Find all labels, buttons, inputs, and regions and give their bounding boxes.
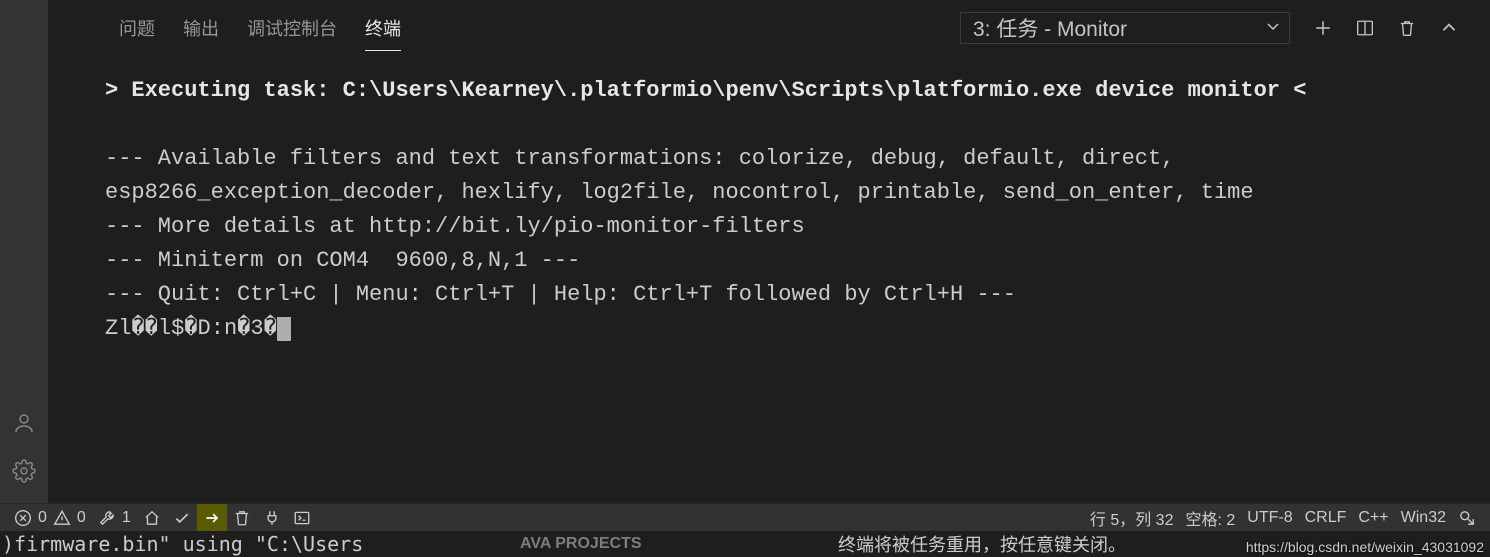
feedback-button[interactable] — [1452, 504, 1482, 531]
status-tools-count: 1 — [122, 509, 131, 527]
warning-icon — [53, 509, 71, 527]
chevron-up-icon[interactable] — [1440, 19, 1458, 37]
trash-icon[interactable] — [1398, 19, 1416, 37]
split-icon[interactable] — [1356, 19, 1374, 37]
leak-left: )firmware.bin" using "C:\Users — [0, 532, 363, 556]
terminal-cursor — [277, 317, 291, 341]
gear-icon[interactable] — [0, 447, 48, 495]
terminal-line: > Executing task: C:\Users\Kearney\.plat… — [105, 78, 1306, 103]
status-cursor-position[interactable]: 行 5，列 32 — [1084, 504, 1180, 531]
terminal-line: --- Miniterm on COM4 9600,8,N,1 --- — [105, 248, 580, 273]
tab-debug-console[interactable]: 调试控制台 — [233, 7, 351, 49]
watermark: https://blog.csdn.net/weixin_43031092 — [1246, 539, 1484, 555]
feedback-icon — [1458, 509, 1476, 527]
wrench-icon — [98, 509, 116, 527]
arrow-right-icon — [203, 509, 221, 527]
error-icon — [14, 509, 32, 527]
status-eol[interactable]: CRLF — [1299, 504, 1353, 531]
terminal-picker-label: 3: 任务 - Monitor — [973, 13, 1127, 43]
status-language[interactable]: C++ — [1352, 504, 1394, 531]
activity-bar — [0, 0, 48, 503]
serial-monitor-button[interactable] — [257, 504, 287, 531]
build-button[interactable] — [167, 504, 197, 531]
plug-icon — [263, 509, 281, 527]
panel-tabs: 问题 输出 调试控制台 终端 3: 任务 - Monitor — [49, 0, 1490, 56]
tab-output[interactable]: 输出 — [169, 7, 233, 49]
status-encoding[interactable]: UTF-8 — [1241, 504, 1298, 531]
terminal-square-icon — [293, 509, 311, 527]
trash-icon — [233, 509, 251, 527]
panel-actions — [1290, 19, 1482, 37]
leaked-strip: )firmware.bin" using "C:\Users AVA PROJE… — [0, 531, 1490, 557]
terminal-line: --- Quit: Ctrl+C | Menu: Ctrl+T | Help: … — [105, 282, 1016, 307]
status-errors[interactable]: 0 0 — [8, 504, 92, 531]
check-icon — [173, 509, 191, 527]
status-tools[interactable]: 1 — [92, 504, 137, 531]
terminal-button[interactable] — [287, 504, 317, 531]
home-icon — [143, 509, 161, 527]
panel: 问题 输出 调试控制台 终端 3: 任务 - Monitor — [48, 0, 1490, 503]
terminal-line: --- More details at http://bit.ly/pio-mo… — [105, 214, 805, 239]
status-errors-count: 0 — [38, 509, 47, 527]
chevron-down-icon — [1265, 16, 1281, 40]
terminal-line: --- Available filters and text transform… — [105, 146, 1254, 205]
leak-projects: AVA PROJECTS — [520, 535, 642, 553]
tab-terminal[interactable]: 终端 — [351, 7, 415, 49]
clean-button[interactable] — [227, 504, 257, 531]
status-indent[interactable]: 空格: 2 — [1179, 504, 1241, 531]
terminal-output[interactable]: > Executing task: C:\Users\Kearney\.plat… — [49, 56, 1490, 503]
terminal-line: Zl��l$�D:n�3� — [105, 316, 277, 341]
terminal-picker[interactable]: 3: 任务 - Monitor — [960, 12, 1290, 44]
status-platform[interactable]: Win32 — [1395, 504, 1452, 531]
upload-button[interactable] — [197, 504, 227, 531]
plus-icon[interactable] — [1314, 19, 1332, 37]
leak-cn: 终端将被任务重用，按任意键关闭。 — [838, 531, 1126, 557]
status-warnings-count: 0 — [77, 509, 86, 527]
status-bar: 0 0 1 行 5，列 32 空格: 2 UTF-8 CRLF C++ Win3… — [0, 503, 1490, 531]
account-icon[interactable] — [0, 399, 48, 447]
home-button[interactable] — [137, 504, 167, 531]
tab-problems[interactable]: 问题 — [105, 7, 169, 49]
